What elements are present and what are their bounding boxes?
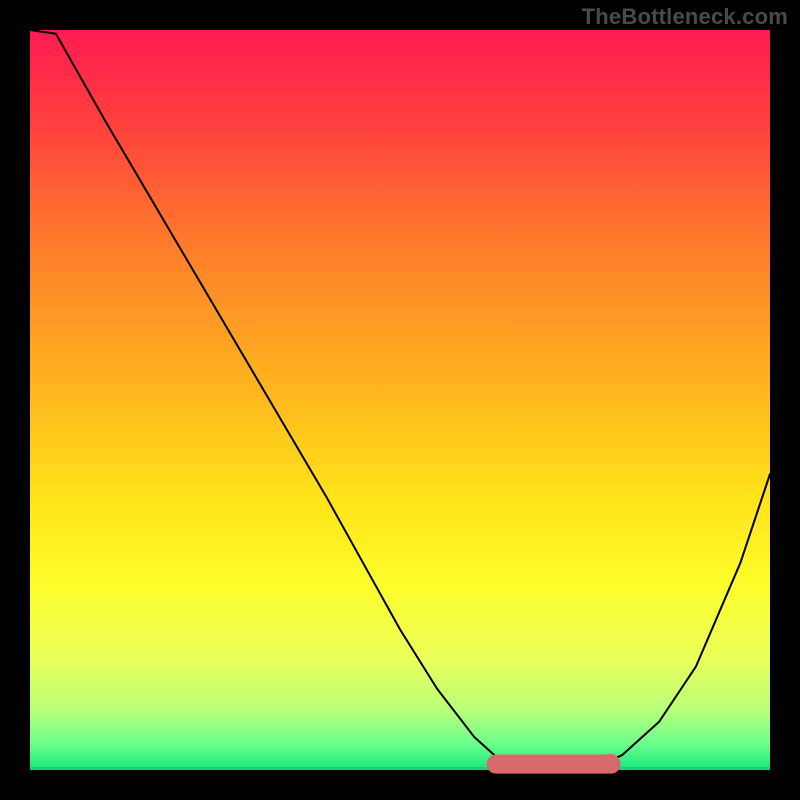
watermark-label: TheBottleneck.com [582,4,788,30]
plot-background [30,30,770,770]
chart-stage: TheBottleneck.com [0,0,800,800]
baseline-accent [30,767,770,770]
bottleneck-chart [0,0,800,800]
optimal-band-end-dot [603,754,619,770]
